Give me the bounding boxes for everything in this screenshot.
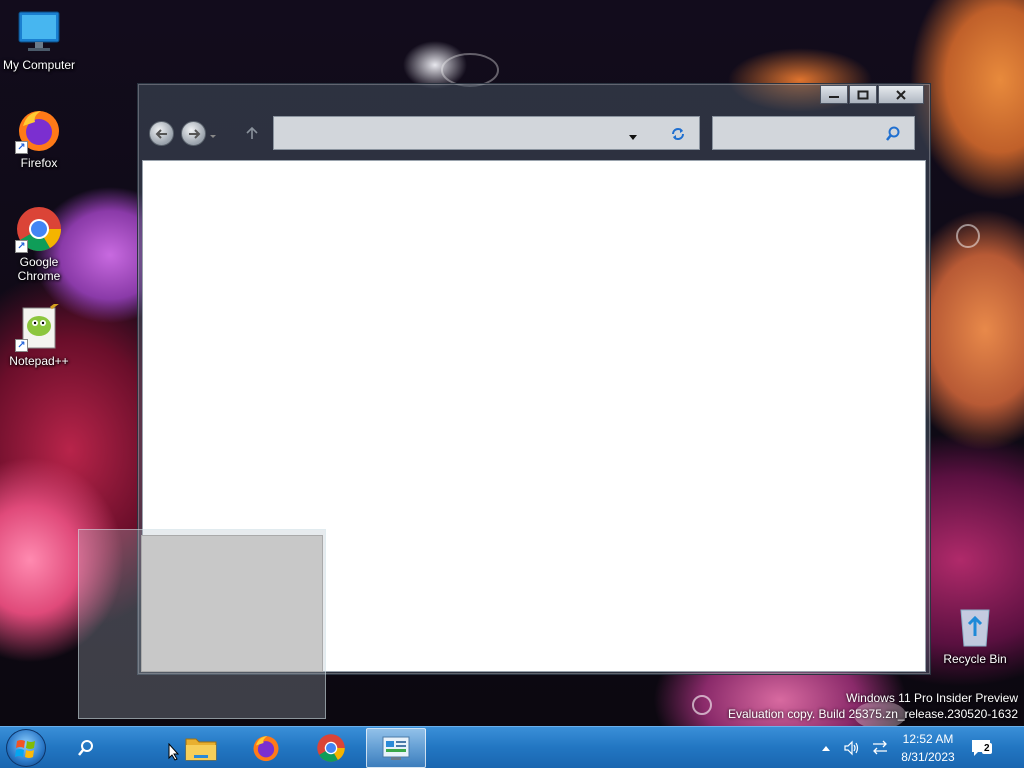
desktop-icon-recycle-bin[interactable]: Recycle Bin: [935, 602, 1015, 666]
volume-button[interactable]: [843, 727, 863, 768]
close-button[interactable]: [878, 85, 924, 104]
refresh-icon: [672, 128, 684, 140]
desktop-icon-chrome[interactable]: ↗ Google Chrome: [0, 205, 79, 283]
minimize-button[interactable]: [820, 85, 848, 104]
search-icon: [78, 740, 93, 756]
control-panel-icon: [382, 736, 410, 760]
system-clock[interactable]: 12:52 AM 8/31/2023: [892, 730, 964, 766]
evaluation-watermark: Windows 11 Pro Insider Preview Evaluatio…: [728, 690, 1018, 722]
shortcut-arrow-icon: ↗: [15, 240, 28, 253]
taskbar: 12:52 AM 8/31/2023 2: [0, 726, 1024, 768]
desktop-icon-label: Notepad++: [9, 354, 69, 368]
refresh-button[interactable]: [670, 126, 686, 145]
taskbar-chrome[interactable]: [301, 728, 361, 768]
clock-date: 8/31/2023: [901, 750, 955, 764]
watermark-line-1: Windows 11 Pro Insider Preview: [846, 691, 1018, 705]
close-icon: [896, 89, 906, 100]
up-button[interactable]: [244, 125, 260, 141]
desktop-icon-label: Google Chrome: [17, 255, 61, 283]
notification-count-badge: 2: [982, 743, 992, 754]
start-button[interactable]: [6, 729, 46, 767]
minimize-icon: [829, 95, 839, 98]
monitor-icon: [15, 8, 63, 56]
maximize-button[interactable]: [849, 85, 877, 104]
address-dropdown-button[interactable]: [628, 130, 638, 144]
speaker-icon: [844, 740, 859, 756]
show-hidden-icons-button[interactable]: [821, 727, 835, 768]
taskbar-control-panel[interactable]: [366, 728, 426, 768]
chrome-icon: [317, 734, 345, 762]
forward-button[interactable]: [181, 121, 206, 146]
arrow-left-icon: [155, 128, 167, 139]
clock-time: 12:52 AM: [902, 732, 954, 746]
search-box[interactable]: [712, 116, 915, 150]
window-controls: [819, 85, 924, 104]
firefox-icon: [253, 736, 279, 762]
desktop-icon-label: Recycle Bin: [943, 652, 1007, 666]
desktop-icon-label: My Computer: [2, 58, 76, 72]
network-button[interactable]: [871, 727, 891, 768]
watermark-line-2: Evaluation copy. Build 25375.zn_release.…: [728, 707, 1018, 721]
chevron-down-icon: [210, 135, 216, 138]
windows-logo-icon: [15, 740, 35, 758]
desktop-icon-firefox[interactable]: ↗ Firefox: [0, 106, 79, 170]
chrome-icon: ↗: [15, 205, 63, 253]
taskbar-file-explorer[interactable]: [171, 728, 231, 768]
taskbar-firefox[interactable]: [236, 728, 296, 768]
recent-pages-dropdown[interactable]: [209, 129, 217, 138]
back-button[interactable]: [149, 121, 174, 146]
maximize-icon: [857, 90, 869, 99]
taskbar-search-button[interactable]: [56, 728, 116, 768]
desktop-icon-notepad-plus-plus[interactable]: ↗ Notepad++: [0, 300, 79, 368]
shortcut-arrow-icon: ↗: [15, 339, 28, 352]
recycle-bin-icon: [951, 602, 999, 650]
shortcut-arrow-icon: ↗: [15, 141, 28, 154]
chevron-down-icon: [629, 135, 637, 140]
arrow-up-icon: [246, 126, 258, 139]
firefox-icon: ↗: [15, 106, 63, 154]
desktop-icon-label: Firefox: [20, 156, 58, 170]
search-icon: [886, 126, 900, 141]
network-icon: [873, 740, 887, 755]
file-explorer-icon: [185, 738, 217, 761]
notepad-plus-plus-icon: ↗: [15, 300, 63, 352]
desktop-icon-my-computer[interactable]: My Computer: [0, 8, 79, 72]
chevron-up-icon: [822, 746, 830, 751]
thumbnail-window-preview: [141, 535, 323, 672]
arrow-right-icon: [188, 128, 200, 139]
address-bar[interactable]: [273, 116, 700, 150]
search-button[interactable]: [885, 126, 901, 145]
notification-center-button[interactable]: 2: [970, 727, 996, 768]
